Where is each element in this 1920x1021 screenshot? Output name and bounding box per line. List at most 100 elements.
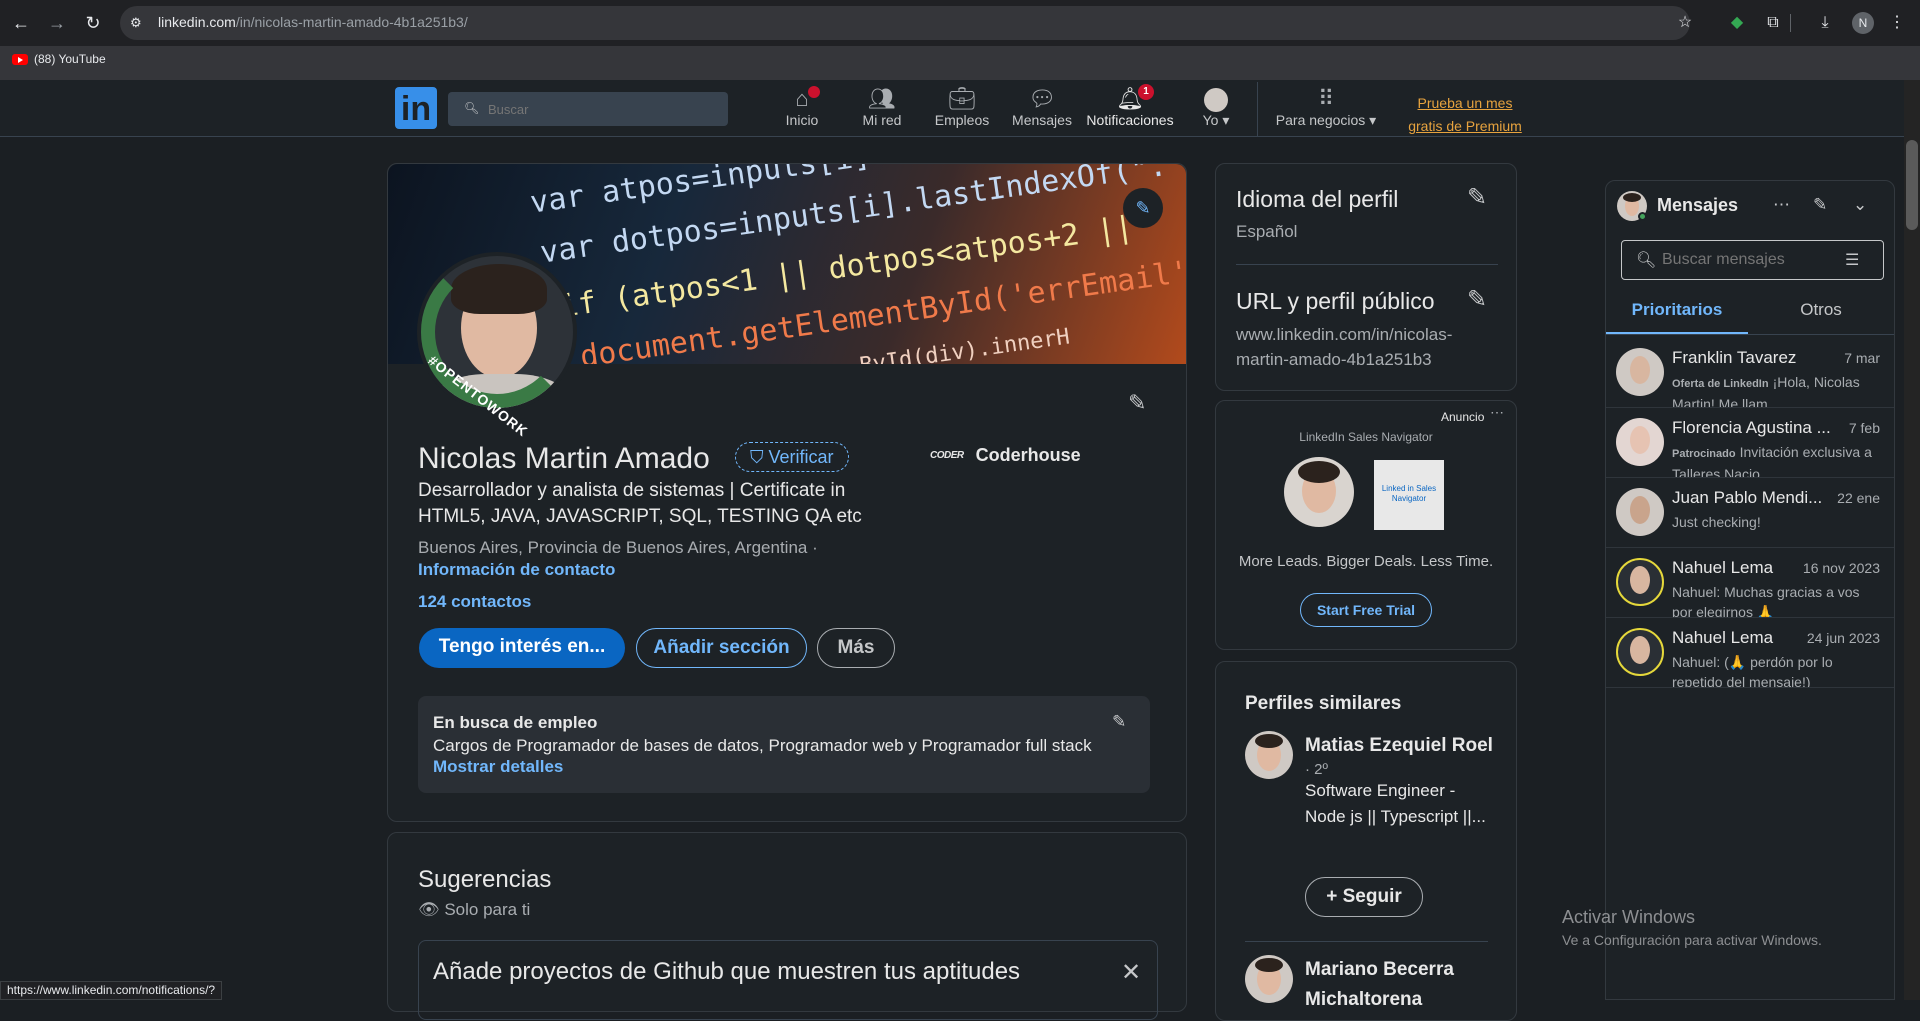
home-dot-badge [808, 86, 820, 98]
back-icon[interactable]: ← [10, 12, 32, 34]
edit-open-to-work-icon[interactable]: ✎ [1112, 712, 1126, 732]
nav-home[interactable]: ⌂ Inicio [776, 84, 828, 136]
similar-profiles-title: Perfiles similares [1245, 693, 1402, 714]
conversation-avatar [1616, 348, 1664, 396]
nav-notifications[interactable]: 🔔︎ 1 Notificaciones [1082, 84, 1178, 136]
conversation-item[interactable]: Nahuel Lema 24 jun 2023 Nahuel: (🙏 perdó… [1606, 618, 1894, 688]
compose-icon[interactable]: ✎ [1813, 195, 1827, 215]
chrome-menu-icon[interactable]: ⋮ [1886, 12, 1908, 34]
conversation-name: Nahuel Lema [1672, 558, 1774, 577]
bookmark-youtube[interactable]: (88) YouTube [12, 52, 106, 66]
show-details-link[interactable]: Mostrar detalles [433, 757, 563, 777]
reload-icon[interactable]: ↻ [82, 12, 104, 34]
messaging-title[interactable]: Mensajes [1657, 195, 1738, 216]
hair-shape [1255, 958, 1283, 972]
tab-focused[interactable]: Prioritarios [1606, 300, 1748, 334]
nav-network[interactable]: 👥︎ Mi red [852, 84, 912, 136]
forward-icon[interactable]: → [46, 12, 68, 34]
similar-profile-avatar[interactable] [1245, 955, 1293, 1003]
search-input[interactable] [486, 99, 716, 119]
suggestions-title: Sugerencias [418, 866, 552, 893]
conversation-avatar [1616, 628, 1664, 676]
chevron-down-icon[interactable]: ⌄ [1853, 195, 1867, 215]
filter-icon[interactable]: ☰ [1845, 250, 1859, 270]
current-company[interactable]: CODER Coderhouse [930, 445, 1081, 466]
windows-activation-subtitle: Ve a Configuración para activar Windows. [1562, 932, 1822, 948]
tab-other[interactable]: Otros [1748, 300, 1894, 334]
messaging-icon: 💬︎ [1028, 86, 1056, 111]
edit-intro-icon[interactable]: ✎ [1128, 390, 1146, 416]
more-button[interactable]: Más [817, 628, 895, 668]
nav-label: Mensajes [1012, 112, 1072, 128]
conversation-preview: Nahuel: Muchas gracias a vos por elegirn… [1672, 584, 1860, 618]
premium-trial-link[interactable]: Prueba un mes gratis de Premium [1395, 92, 1535, 138]
nav-label: Para negocios ▾ [1275, 112, 1377, 128]
open-to-button[interactable]: Tengo interés en... [419, 628, 625, 668]
add-section-button[interactable]: Añadir sección [636, 628, 807, 668]
conversation-date: 16 nov 2023 [1802, 560, 1880, 576]
edit-url-icon[interactable]: ✎ [1467, 285, 1487, 314]
open-to-work-title: En busca de empleo [433, 713, 598, 732]
conversation-item[interactable]: Florencia Agustina ... 7 feb Patrocinado… [1606, 408, 1894, 478]
ad-tagline: More Leads. Bigger Deals. Less Time. [1238, 553, 1494, 570]
public-url-title: URL y perfil público [1236, 288, 1435, 314]
browser-profile-avatar[interactable]: N [1852, 12, 1874, 34]
conversation-item[interactable]: Franklin Tavarez 7 mar Oferta de LinkedI… [1606, 338, 1894, 408]
extension-icon[interactable]: ◆ [1726, 12, 1748, 34]
bell-icon: 🔔︎ [1116, 86, 1144, 111]
divider [1245, 941, 1488, 942]
similar-profile-avatar[interactable] [1245, 731, 1293, 779]
scrollbar-thumb[interactable] [1906, 140, 1918, 230]
company-name: Coderhouse [975, 445, 1081, 465]
conversation-item[interactable]: Juan Pablo Mendi... 22 ene Just checking… [1606, 478, 1894, 548]
grid-icon: ⠿ [1317, 86, 1335, 111]
face-shape [1630, 636, 1650, 664]
bookmark-star-icon[interactable]: ☆ [1674, 12, 1696, 34]
search-icon: 🔍︎ [464, 101, 480, 115]
nav-business[interactable]: ⠿ Para negocios ▾ [1268, 84, 1384, 136]
eye-icon: 👁︎ [418, 900, 440, 919]
status-bar-url: https://www.linkedin.com/notifications/? [0, 981, 223, 1000]
close-icon[interactable]: ✕ [1121, 958, 1141, 987]
ad-menu-icon[interactable]: ⋯ [1490, 404, 1504, 421]
youtube-icon [12, 53, 28, 65]
hair-shape [1298, 461, 1340, 483]
connections-link[interactable]: 124 contactos [418, 592, 531, 612]
nav-me[interactable]: Yo ▾ [1192, 84, 1240, 136]
windows-activation-title: Activar Windows [1562, 907, 1696, 927]
contact-info-link[interactable]: Información de contacto [418, 560, 615, 580]
nav-label: Notificaciones [1086, 112, 1174, 128]
edit-banner-icon[interactable]: ✎ [1123, 188, 1163, 228]
notification-badge: 1 [1138, 84, 1154, 100]
profile-language-title: Idioma del perfil [1236, 186, 1399, 212]
conversation-date: 7 mar [1844, 350, 1880, 366]
download-icon[interactable]: ⤓ [1814, 12, 1836, 34]
nav-messaging[interactable]: 💬︎ Mensajes [1008, 84, 1076, 136]
verify-button[interactable]: ⛉ Verificar [735, 442, 849, 472]
conversation-preview: Nahuel: (🙏 perdón por lo repetido del me… [1672, 654, 1833, 688]
hair-shape [1255, 734, 1283, 748]
similar-profile-info: Matias Ezequiel Roel · 2º Software Engin… [1305, 731, 1495, 830]
more-options-icon[interactable]: ⋯ [1773, 195, 1790, 215]
follow-button[interactable]: + Seguir [1305, 877, 1423, 917]
conversation-avatar [1616, 488, 1664, 536]
site-info-icon[interactable]: ⚙ [130, 15, 142, 31]
bookmark-label: (88) YouTube [34, 52, 106, 66]
start-free-trial-button[interactable]: Start Free Trial [1300, 593, 1432, 627]
conversation-name: Franklin Tavarez [1672, 348, 1797, 367]
similar-profile-name[interactable]: Matias Ezequiel Roel [1305, 731, 1495, 761]
message-search-input[interactable] [1660, 250, 1840, 270]
url-text[interactable]: linkedin.com/in/nicolas-martin-amado-4b1… [158, 14, 468, 30]
profile-headline: Desarrollador y analista de sistemas | C… [418, 480, 862, 527]
linkedin-logo[interactable]: in [395, 87, 437, 129]
tabs-divider [1606, 334, 1894, 335]
connection-degree: · 2º [1305, 761, 1328, 778]
similar-profile-name[interactable]: Mariano Becerra Michaltorena [1305, 955, 1495, 1015]
extensions-puzzle-icon[interactable]: ⧉ [1762, 12, 1784, 34]
open-to-work-ring [421, 256, 573, 408]
nav-jobs[interactable]: 💼︎ Empleos [930, 84, 994, 136]
conversation-item[interactable]: Nahuel Lema 16 nov 2023 Nahuel: Muchas g… [1606, 548, 1894, 618]
profile-location: Buenos Aires, Provincia de Buenos Aires,… [418, 538, 818, 557]
similar-profile-headline: Software Engineer - Node js || Typescrip… [1305, 781, 1486, 826]
edit-language-icon[interactable]: ✎ [1467, 183, 1487, 212]
